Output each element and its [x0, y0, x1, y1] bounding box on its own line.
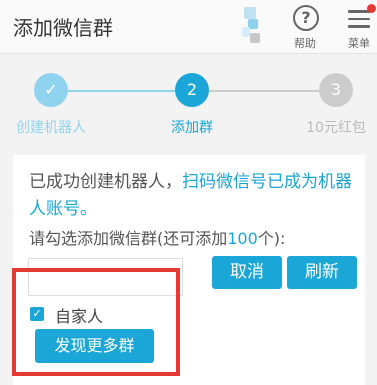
progress-steps: ✓ 2 3 创建机器人 添加群 10元红包	[0, 55, 377, 143]
step-2-circle: 2	[175, 73, 209, 107]
success-message: 已成功创建机器人，扫码微信号已成为机器人账号。	[29, 169, 359, 223]
menu-label: 菜单	[348, 37, 370, 50]
step-connector-1	[68, 90, 175, 92]
refresh-button[interactable]: 刷新	[287, 256, 357, 289]
blurred-qr-thumbnail	[238, 3, 264, 47]
help-icon: ?	[293, 5, 319, 31]
step-connector-2	[209, 90, 319, 92]
help-button[interactable]: ? 帮助	[285, 3, 325, 50]
cancel-button[interactable]: 取消	[212, 256, 282, 289]
step-3-circle: 3	[319, 73, 353, 107]
step-2-label: 添加群	[171, 120, 213, 136]
step-1-label: 创建机器人	[16, 120, 86, 136]
prompt-prefix: 请勾选添加微信群(还可添加	[29, 229, 228, 248]
notification-dot	[367, 4, 376, 13]
help-label: 帮助	[294, 37, 316, 50]
app-header: 添加微信群 ? 帮助 菜单	[0, 0, 377, 54]
select-group-prompt: 请勾选添加微信群(还可添加100个):	[29, 225, 359, 249]
menu-icon	[348, 10, 370, 33]
prompt-suffix: 个):	[257, 229, 286, 248]
menu-button[interactable]: 菜单	[339, 3, 377, 50]
red-highlight-box	[12, 268, 180, 376]
step-1-check-icon: ✓	[34, 73, 68, 107]
page-title: 添加微信群	[13, 16, 113, 40]
step-3-label: 10元红包	[306, 120, 366, 136]
remaining-count: 100	[227, 229, 258, 248]
success-message-prefix: 已成功创建机器人，	[29, 172, 182, 192]
